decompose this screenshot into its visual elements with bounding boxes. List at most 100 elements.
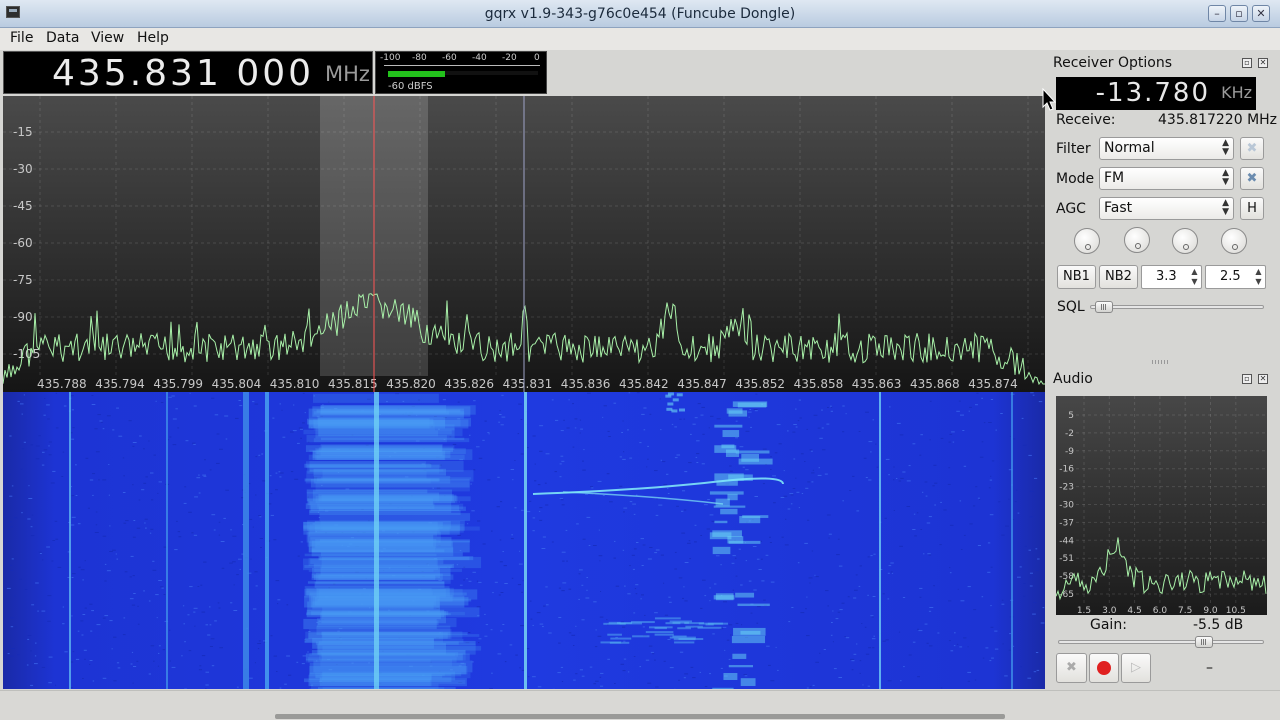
waterfall-noise	[1043, 457, 1045, 459]
waterfall-noise	[805, 487, 809, 489]
waterfall-noise	[258, 454, 261, 456]
waterfall-noise	[823, 649, 826, 650]
waterfall-noise	[912, 443, 916, 445]
agc-decay-dial[interactable]	[1172, 228, 1198, 254]
menu-file[interactable]: File	[10, 30, 33, 46]
nb1-threshold-spinbox[interactable]: 3.3 ▲ ▼	[1141, 265, 1202, 289]
agc-threshold-dial[interactable]	[1074, 228, 1100, 254]
waterfall-noise	[647, 682, 652, 684]
waterfall-noise	[43, 414, 46, 416]
filter-options-button[interactable]: ✖	[1240, 137, 1264, 160]
waterfall-burst	[712, 687, 734, 689]
dock-float-icon[interactable]: ▫	[1242, 374, 1252, 384]
audio-options-button[interactable]: ✖	[1056, 653, 1087, 683]
waterfall-noise	[194, 496, 198, 498]
nb2-button[interactable]: NB2	[1099, 265, 1138, 289]
waterfall-noise	[145, 476, 148, 478]
spin-arrows-icon[interactable]: ▲ ▼	[1253, 267, 1264, 287]
offset-display[interactable]: -13.780 KHz	[1056, 77, 1256, 110]
waterfall-noise	[255, 456, 258, 458]
x-tick-label: 435.836	[561, 377, 611, 391]
waterfall-burst	[733, 627, 766, 636]
waterfall-noise	[34, 663, 38, 665]
mode-options-button[interactable]: ✖	[1240, 167, 1264, 190]
audio-x-tick-label: 1.5	[1077, 606, 1091, 615]
play-icon: ▷	[1131, 660, 1141, 675]
waterfall-noise	[807, 519, 810, 521]
agc-gain-dial[interactable]	[1221, 228, 1247, 254]
waterfall-noise	[864, 626, 867, 628]
dock-close-icon[interactable]: ✕	[1258, 58, 1268, 68]
play-button[interactable]: ▷	[1121, 653, 1151, 683]
agc-select-value: Fast	[1104, 200, 1133, 216]
waterfall-noise	[55, 538, 59, 540]
menu-view[interactable]: View	[91, 30, 124, 46]
waterfall-noise	[632, 503, 637, 505]
dock-splitter-handle[interactable]	[1152, 360, 1170, 364]
maximize-button[interactable]: ▫	[1230, 5, 1248, 22]
frequency-display[interactable]: 435.831 000 MHz	[3, 51, 373, 94]
waterfall-noise	[893, 466, 895, 468]
waterfall-noise	[650, 651, 654, 653]
waterfall-noise	[735, 437, 739, 439]
audio-spectrum-plot[interactable]: 5 -2 -9 -16 -23 -30 -37 -44 -51 -58 -65 1.5 3.0 4.5 6.…	[1055, 396, 1267, 616]
waterfall-noise	[597, 480, 602, 482]
agc-select[interactable]: Fast ▲ ▼	[1099, 197, 1234, 220]
close-button[interactable]: ✕	[1252, 5, 1270, 22]
waterfall-noise	[976, 392, 979, 394]
dock-float-icon[interactable]: ▫	[1242, 58, 1252, 68]
waterfall-noise	[30, 535, 35, 537]
agc-hang-button[interactable]: H	[1240, 197, 1264, 220]
waterfall-noise	[561, 504, 565, 506]
waterfall-noise	[469, 434, 471, 436]
waterfall-noise	[102, 677, 107, 679]
waterfall-noise	[778, 443, 782, 445]
waterfall-burst	[728, 665, 753, 668]
waterfall-burst	[714, 424, 743, 428]
nb2-threshold-spinbox[interactable]: 2.5 ▲ ▼	[1205, 265, 1266, 289]
dock-close-icon[interactable]: ✕	[1258, 374, 1268, 384]
record-button[interactable]	[1089, 653, 1119, 683]
nb1-button[interactable]: NB1	[1057, 265, 1096, 289]
waterfall-noise	[532, 676, 536, 678]
agc-slope-dial[interactable]	[1124, 227, 1150, 253]
spin-arrows-icon[interactable]: ▲ ▼	[1189, 267, 1200, 287]
waterfall-noise	[808, 577, 813, 579]
waterfall-noise	[667, 487, 669, 489]
minimize-button[interactable]: –	[1208, 5, 1226, 22]
waterfall-noise	[734, 557, 737, 559]
waterfall-noise	[158, 652, 160, 654]
frequency-value[interactable]: 435.831 000	[52, 53, 314, 94]
sql-slider-track[interactable]	[1090, 305, 1264, 309]
menu-help[interactable]: Help	[137, 30, 169, 46]
waterfall-noise	[893, 510, 895, 511]
menu-data[interactable]: Data	[46, 30, 79, 46]
waterfall-noise	[61, 476, 64, 477]
waterfall-noise	[790, 503, 793, 505]
offset-value[interactable]: -13.780	[1096, 78, 1210, 108]
gain-slider-track[interactable]	[1058, 640, 1264, 644]
waterfall-noise	[574, 427, 577, 429]
waterfall-noise	[199, 665, 202, 667]
waterfall-noise	[250, 558, 252, 560]
waterfall-noise	[209, 606, 211, 608]
waterfall-noise	[132, 682, 134, 684]
filter-select[interactable]: Normal ▲ ▼	[1099, 137, 1234, 160]
gain-slider-handle[interactable]	[1195, 636, 1214, 648]
waterfall-display[interactable]	[3, 392, 1045, 689]
waterfall-noise	[559, 476, 562, 478]
waterfall-noise	[776, 424, 781, 426]
waterfall-noise	[745, 430, 750, 432]
spectrum-plot[interactable]: -15 -30 -45 -60 -75 -90 -105 435.788 435.794 435.…	[2, 96, 1045, 392]
mode-select[interactable]: FM ▲ ▼	[1099, 167, 1234, 190]
horizontal-scrollbar[interactable]	[275, 714, 1005, 719]
waterfall-noise	[514, 507, 517, 509]
sql-slider-handle[interactable]	[1094, 301, 1113, 313]
waterfall-noise	[9, 521, 12, 523]
waterfall-noise	[676, 505, 679, 507]
waterfall-noise	[233, 584, 235, 586]
waterfall-noise	[497, 653, 502, 655]
waterfall-noise	[988, 487, 991, 489]
waterfall-noise	[35, 642, 37, 644]
waterfall-noise	[300, 437, 302, 439]
